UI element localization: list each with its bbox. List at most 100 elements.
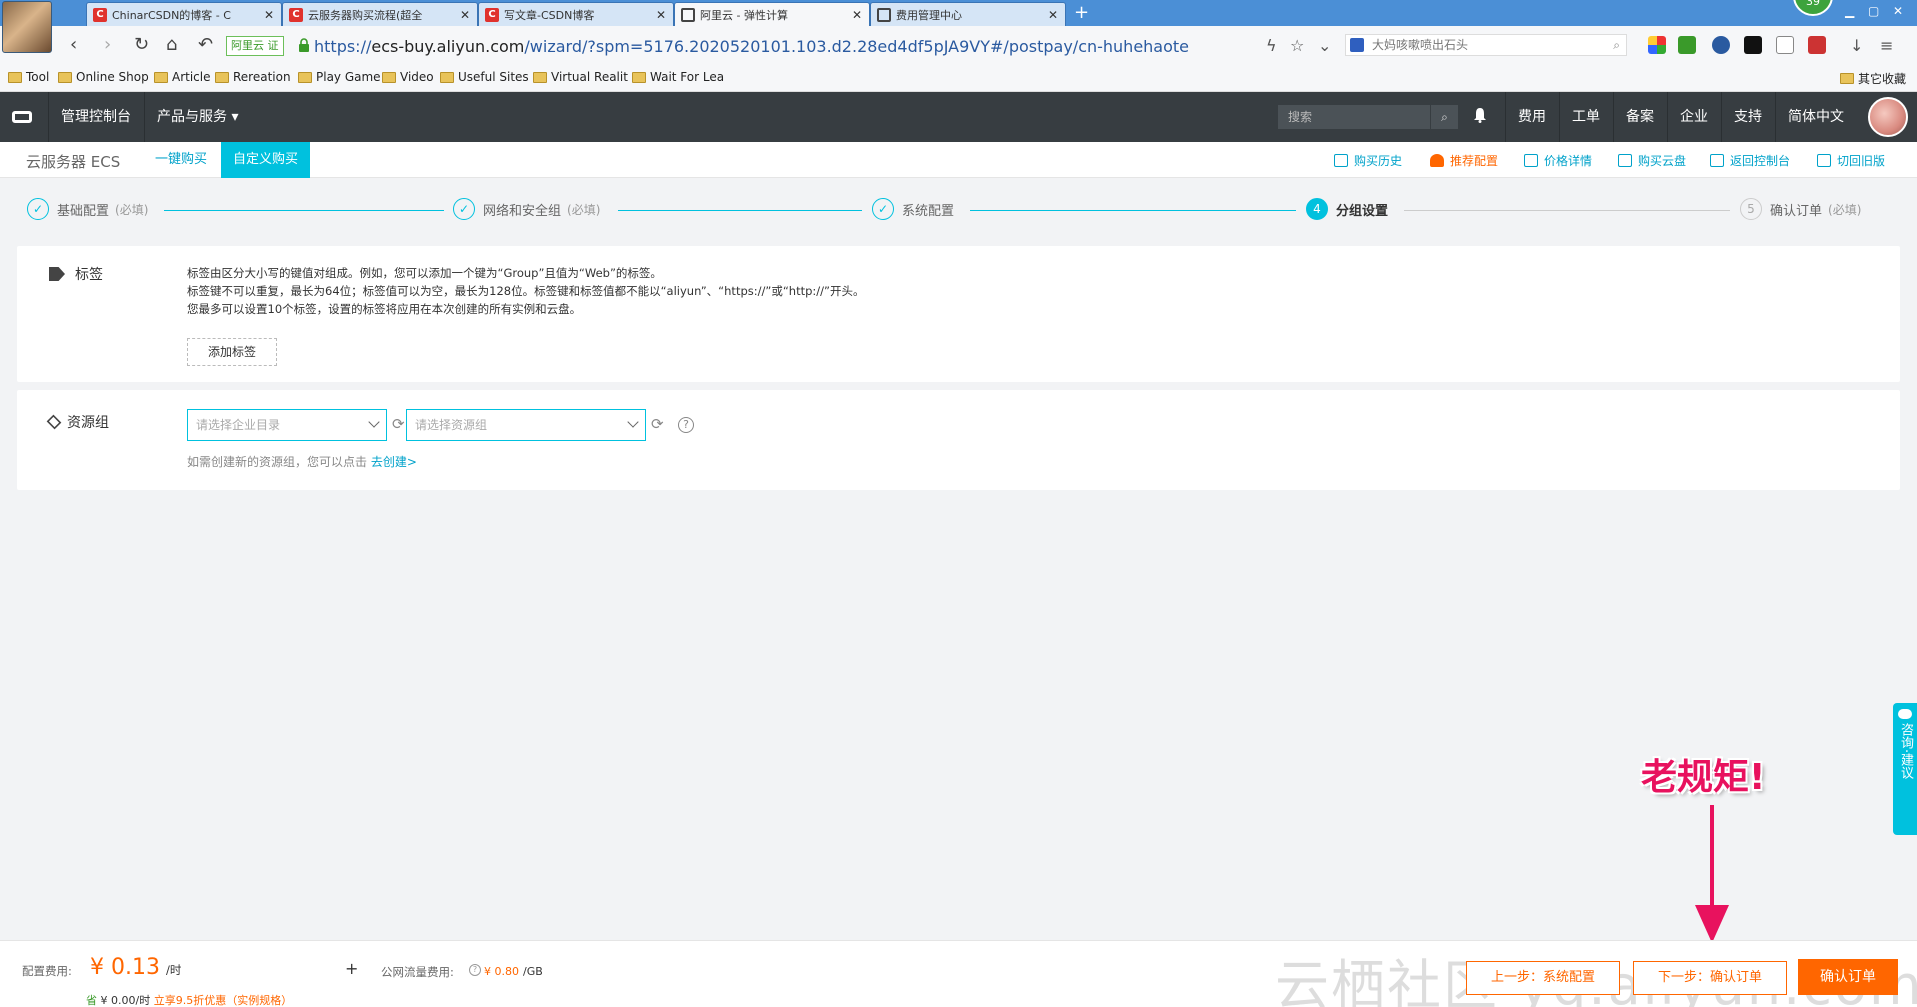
bookmark-folder[interactable]: Tool xyxy=(8,70,49,84)
aliyun-logo-icon[interactable] xyxy=(0,92,44,142)
url-field[interactable]: https://ecs-buy.aliyun.com/wizard/?spm=5… xyxy=(314,37,1189,56)
help-icon[interactable]: ? xyxy=(678,417,694,433)
close-icon[interactable]: ✕ xyxy=(655,8,667,22)
nav-tickets[interactable]: 工单 xyxy=(1559,92,1612,142)
lightning-icon[interactable]: ϟ xyxy=(1266,36,1277,55)
nav-support[interactable]: 支持 xyxy=(1721,92,1774,142)
tab-custom-buy[interactable]: 自定义购买 xyxy=(221,142,311,178)
apps-icon[interactable] xyxy=(1648,36,1666,54)
extension-shield-icon[interactable] xyxy=(1712,36,1730,54)
step-group-settings[interactable]: 4 分组设置 xyxy=(1306,198,1388,220)
reload-icon[interactable]: ↻ xyxy=(134,34,149,55)
close-icon[interactable]: ✕ xyxy=(263,8,275,22)
step-system-config[interactable]: 系统配置 xyxy=(872,198,954,220)
bookmark-folder[interactable]: Wait For Lea xyxy=(632,70,724,84)
browser-search-input[interactable]: 大妈咳嗽喷出石头 ⌕ xyxy=(1345,34,1627,56)
forward-icon[interactable]: › xyxy=(104,34,111,55)
consult-feedback-button[interactable]: 咨询·建议 xyxy=(1893,703,1917,835)
undo-icon[interactable]: ↶ xyxy=(198,34,213,55)
console-search-input[interactable]: 搜索 ⌕ xyxy=(1278,105,1458,129)
browser-tab[interactable]: C 写文章-CSDN博客 ✕ xyxy=(478,2,674,26)
bell-icon[interactable] xyxy=(1473,107,1487,123)
browser-tab[interactable]: C ChinarCSDN的博客 - C ✕ xyxy=(86,2,282,26)
certificate-badge[interactable]: 阿里云 证 xyxy=(226,36,284,56)
buy-disk-link[interactable]: 购买云盘 xyxy=(1618,152,1686,169)
tags-description: 标签由区分大小写的键值对组成。例如，您可以添加一个键为“Group”且值为“We… xyxy=(187,264,864,318)
browser-tab[interactable]: 费用管理中心 ✕ xyxy=(870,2,1066,26)
notification-badge[interactable]: 39 xyxy=(1793,0,1833,16)
bookmark-folder[interactable]: Play Game xyxy=(298,70,381,84)
prev-step-button[interactable]: 上一步：系统配置 xyxy=(1466,961,1620,995)
select-placeholder: 请选择企业目录 xyxy=(196,418,281,432)
nav-enterprise[interactable]: 企业 xyxy=(1667,92,1720,142)
close-icon[interactable]: ✕ xyxy=(459,8,471,22)
next-step-button[interactable]: 下一步：确认订单 xyxy=(1633,961,1787,995)
bookmark-folder[interactable]: Useful Sites xyxy=(440,70,529,84)
extension-yen-icon[interactable] xyxy=(1678,36,1696,54)
csdn-icon: C xyxy=(289,7,303,22)
recommended-config-link[interactable]: 推荐配置 xyxy=(1430,152,1498,169)
browser-tab-label: 阿里云 - 弹性计算 xyxy=(700,9,788,22)
bookmark-label: Play Game xyxy=(316,70,381,84)
console-link[interactable]: 管理控制台 xyxy=(48,92,143,142)
refresh-icon[interactable]: ⟳ xyxy=(651,415,664,433)
extension-red-icon[interactable] xyxy=(1808,36,1826,54)
avatar[interactable] xyxy=(1868,97,1908,137)
close-icon[interactable]: ✕ xyxy=(851,8,863,22)
old-version-link[interactable]: 切回旧版 xyxy=(1817,152,1885,169)
mail-icon[interactable] xyxy=(1776,36,1794,54)
back-icon[interactable]: ‹ xyxy=(70,34,77,55)
refresh-icon[interactable]: ⟳ xyxy=(392,415,405,433)
step-connector xyxy=(618,210,862,211)
maximize-icon[interactable]: ▢ xyxy=(1868,4,1879,18)
step-connector xyxy=(164,210,444,211)
products-menu[interactable]: 产品与服务 ▾ xyxy=(144,92,250,142)
tab-quick-buy[interactable]: 一键购买 xyxy=(143,142,219,178)
purchase-history-link[interactable]: 购买历史 xyxy=(1334,152,1402,169)
enterprise-directory-select[interactable]: 请选择企业目录 xyxy=(187,409,387,441)
nav-icp[interactable]: 备案 xyxy=(1613,92,1666,142)
discount-link[interactable]: 立享9.5折优惠（实例规格） xyxy=(154,994,293,1007)
bookmark-folder[interactable]: Video xyxy=(382,70,434,84)
link-label: 购买云盘 xyxy=(1638,154,1687,168)
tags-panel: 标签 标签由区分大小写的键值对组成。例如，您可以添加一个键为“Group”且值为… xyxy=(17,246,1900,382)
consult-label: 咨询·建议 xyxy=(1898,723,1913,780)
confirm-order-button[interactable]: 确认订单 xyxy=(1798,959,1898,995)
minimize-icon[interactable]: ▁ xyxy=(1845,4,1854,18)
resource-group-select[interactable]: 请选择资源组 xyxy=(406,409,646,441)
close-window-icon[interactable]: ✕ xyxy=(1893,4,1903,18)
price-details-link[interactable]: 价格详情 xyxy=(1524,152,1592,169)
chevron-down-icon[interactable]: ⌄ xyxy=(1318,36,1331,55)
browser-tab-label: 写文章-CSDN博客 xyxy=(504,8,595,22)
bookmark-folder[interactable]: Rereation xyxy=(215,70,291,84)
other-bookmarks[interactable]: 其它收藏 xyxy=(1840,70,1906,87)
step-confirm-order[interactable]: 5 确认订单 (必填) xyxy=(1740,198,1861,220)
new-tab-button[interactable]: + xyxy=(1074,2,1089,24)
bookmark-folder[interactable]: Virtual Realit xyxy=(533,70,628,84)
step-label: 基础配置 xyxy=(57,203,110,219)
browser-tab[interactable]: C 云服务器购买流程(超全 ✕ xyxy=(282,2,478,26)
browser-profile-avatar[interactable] xyxy=(2,1,52,53)
nav-language[interactable]: 简体中文 xyxy=(1775,92,1856,142)
search-icon[interactable]: ⌕ xyxy=(1613,35,1620,55)
download-icon[interactable]: ↓ xyxy=(1850,36,1863,55)
search-icon[interactable]: ⌕ xyxy=(1430,105,1458,129)
bookmark-folder[interactable]: Online Shop xyxy=(58,70,149,84)
menu-icon[interactable]: ≡ xyxy=(1880,36,1893,55)
back-to-console-link[interactable]: 返回控制台 xyxy=(1710,152,1790,169)
step-basic-config[interactable]: 基础配置 (必填) xyxy=(27,198,148,220)
chat-bubble-icon xyxy=(1898,709,1912,719)
check-icon xyxy=(453,198,475,220)
nav-billing[interactable]: 费用 xyxy=(1505,92,1558,142)
create-resource-group-link[interactable]: 去创建> xyxy=(371,455,417,469)
bookmark-folder[interactable]: Article xyxy=(154,70,211,84)
extension-gear-icon[interactable] xyxy=(1744,36,1762,54)
close-icon[interactable]: ✕ xyxy=(1047,8,1059,22)
home-icon[interactable]: ⌂ xyxy=(166,34,177,55)
console-header: 管理控制台 产品与服务 ▾ 搜索 ⌕ 费用 工单 备案 企业 支持 简体中文 xyxy=(0,92,1917,142)
browser-tab-active[interactable]: 阿里云 - 弹性计算 ✕ xyxy=(674,2,870,27)
step-network-security[interactable]: 网络和安全组 (必填) xyxy=(453,198,600,220)
add-tag-button[interactable]: 添加标签 xyxy=(187,338,277,366)
star-icon[interactable]: ☆ xyxy=(1290,36,1304,55)
help-icon[interactable]: ? xyxy=(469,964,481,976)
